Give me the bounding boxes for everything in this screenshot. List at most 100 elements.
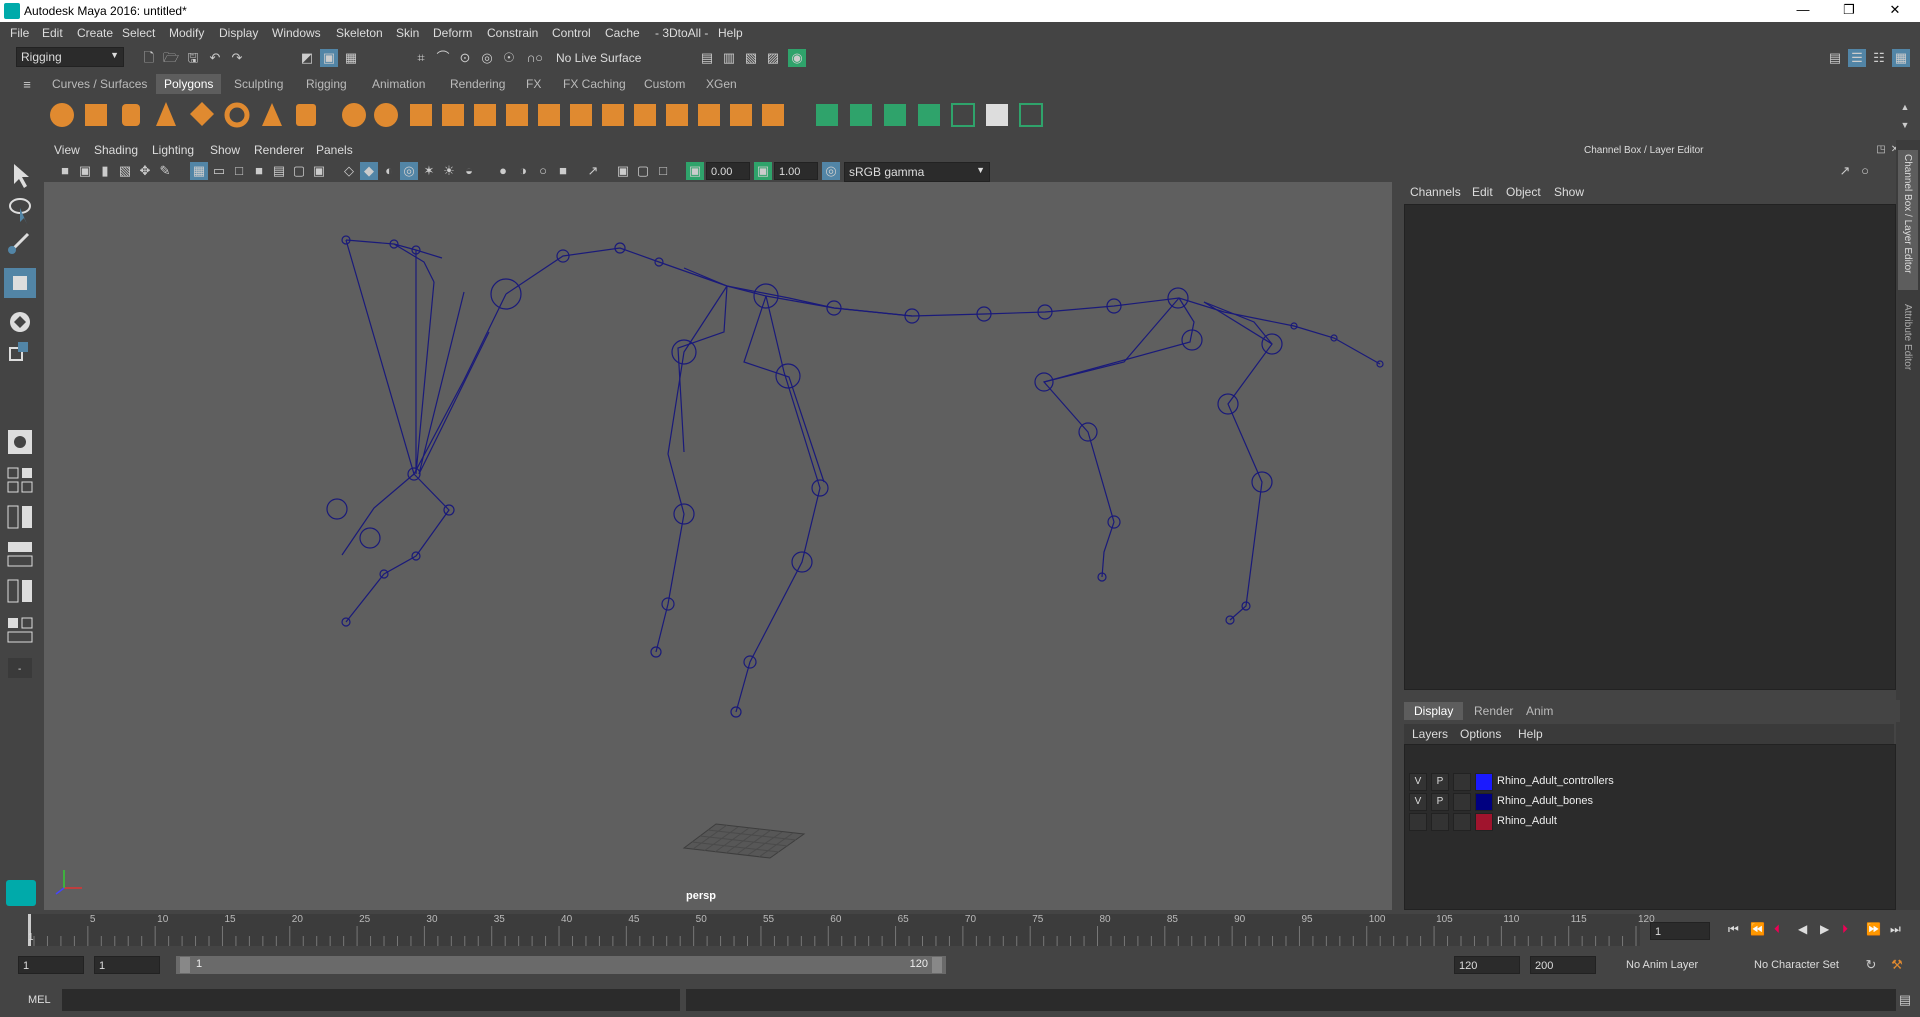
side-tab-channel-box[interactable]: Channel Box / Layer Editor xyxy=(1898,150,1918,290)
select-component-icon[interactable]: ▦ xyxy=(342,49,360,67)
layout-side-icon[interactable] xyxy=(7,505,32,529)
channel-box-toggle-icon[interactable]: ☰ xyxy=(1848,49,1866,67)
insert-loop-icon[interactable] xyxy=(698,104,720,126)
bridge-icon[interactable] xyxy=(474,104,496,126)
step-back-frame-icon[interactable]: ⏴ xyxy=(1774,922,1780,937)
layer-name[interactable]: Rhino_Adult_controllers xyxy=(1497,775,1614,787)
layer-color-swatch[interactable] xyxy=(1475,813,1493,831)
tab-fx[interactable]: FX xyxy=(518,74,549,94)
smooth-icon[interactable] xyxy=(442,104,464,126)
layer-visibility-toggle[interactable]: V xyxy=(1409,773,1427,791)
cb-menu-object[interactable]: Object xyxy=(1506,185,1541,199)
go-to-start-icon[interactable]: ⏮ xyxy=(1728,922,1739,937)
open-scene-icon[interactable]: 🗁 xyxy=(162,49,180,67)
fill-hole-icon[interactable] xyxy=(602,104,624,126)
layer-playback-toggle[interactable]: P xyxy=(1431,793,1449,811)
resolution-gate-icon[interactable]: □ xyxy=(230,162,248,180)
menu-skin[interactable]: Skin xyxy=(396,26,419,40)
step-forward-frame-icon[interactable]: ⏵ xyxy=(1842,922,1848,937)
snap-view-icon[interactable]: ◎ xyxy=(478,49,496,67)
exposure-icon[interactable]: ▣ xyxy=(686,162,704,180)
exposure-field[interactable]: 0.00 xyxy=(706,162,750,180)
film-gate-icon[interactable]: ▭ xyxy=(210,162,228,180)
character-set-dropdown[interactable]: No Character Set xyxy=(1750,956,1874,974)
xray-joints-icon[interactable]: ↗ xyxy=(584,162,602,180)
snap-point-icon[interactable]: ⊙ xyxy=(456,49,474,67)
shelf-scroll-down-icon[interactable]: ▼ xyxy=(1896,116,1914,134)
tab-rendering[interactable]: Rendering xyxy=(442,74,513,94)
playback-start-field[interactable]: 1 xyxy=(94,956,160,974)
playback-end-field[interactable]: 120 xyxy=(1454,956,1520,974)
snap-grid-icon[interactable]: ⌗ xyxy=(412,49,430,67)
menu-modify[interactable]: Modify xyxy=(169,26,204,40)
render-settings-icon[interactable]: ▤ xyxy=(698,49,716,67)
layer-row[interactable]: V P Rhino_Adult_bones xyxy=(1409,792,1889,811)
snap-live-icon[interactable]: ☉ xyxy=(500,49,518,67)
restore-icon[interactable]: ❐ xyxy=(1826,2,1872,20)
rotate-tool-icon[interactable] xyxy=(10,312,30,332)
poly-cylinder-icon[interactable] xyxy=(122,104,140,126)
camera-select-icon[interactable]: ■ xyxy=(56,162,74,180)
grid-toggle-icon[interactable]: ▦ xyxy=(190,162,208,180)
multi-cut-icon[interactable] xyxy=(634,104,656,126)
command-language-label[interactable]: MEL xyxy=(28,994,51,1006)
cylindrical-uv-icon[interactable] xyxy=(850,104,872,126)
tab-fx-caching[interactable]: FX Caching xyxy=(555,74,634,94)
safe-action-icon[interactable]: ▢ xyxy=(290,162,308,180)
menu-windows[interactable]: Windows xyxy=(272,26,321,40)
vp-menu-show[interactable]: Show xyxy=(210,143,240,157)
layer-name[interactable]: Rhino_Adult xyxy=(1497,815,1557,827)
vp-menu-view[interactable]: View xyxy=(54,143,80,157)
image-plane-icon[interactable]: ▧ xyxy=(116,162,134,180)
layer-type-toggle[interactable] xyxy=(1453,813,1471,831)
uv-editor-icon[interactable] xyxy=(951,103,975,127)
toolbox-more-icon[interactable]: - xyxy=(8,658,32,678)
gamma-field[interactable]: 1.00 xyxy=(774,162,818,180)
layout-graph-icon[interactable] xyxy=(7,579,32,603)
menu-3dtoall[interactable]: - 3DtoAll - xyxy=(655,26,708,40)
render-view-icon[interactable]: ▨ xyxy=(764,49,782,67)
vp-menu-panels[interactable]: Panels xyxy=(316,143,353,157)
command-input[interactable] xyxy=(62,989,680,1011)
target-weld-icon[interactable] xyxy=(666,104,688,126)
shadows-icon[interactable]: ◒ xyxy=(460,162,478,180)
combine-icon[interactable] xyxy=(342,103,366,127)
bevel-icon[interactable] xyxy=(538,104,560,126)
menu-constrain[interactable]: Constrain xyxy=(487,26,538,40)
modeling-toolkit-icon[interactable]: ▤ xyxy=(1826,49,1844,67)
tab-display-layers[interactable]: Display xyxy=(1404,702,1464,720)
screen-space-ao-icon[interactable]: ● xyxy=(494,162,512,180)
menu-deform[interactable]: Deform xyxy=(433,26,472,40)
step-back-key-icon[interactable]: ⏪ xyxy=(1750,922,1765,936)
channel-icon-1[interactable]: ↗ xyxy=(1836,162,1854,180)
color-space-dropdown[interactable]: sRGB gamma ▼ xyxy=(844,162,990,182)
animation-end-field[interactable]: 200 xyxy=(1530,956,1596,974)
tab-curves-surfaces[interactable]: Curves / Surfaces xyxy=(44,74,155,94)
attribute-editor-toggle-icon[interactable]: ☷ xyxy=(1870,49,1888,67)
poly-sphere-icon[interactable] xyxy=(50,103,74,127)
wire-on-shaded-icon[interactable]: ◐ xyxy=(380,162,398,180)
layer-row[interactable]: V P Rhino_Adult_controllers xyxy=(1409,772,1889,791)
render-frame-icon[interactable]: ▥ xyxy=(720,49,738,67)
layout-single-icon[interactable] xyxy=(8,430,32,454)
select-object-icon[interactable]: ▣ xyxy=(320,49,338,67)
layer-name[interactable]: Rhino_Adult_bones xyxy=(1497,795,1593,807)
bookmark-icon[interactable]: ▮ xyxy=(96,162,114,180)
menu-skeleton[interactable]: Skeleton xyxy=(336,26,383,40)
menu-create[interactable]: Create xyxy=(77,26,113,40)
rhino-skeleton[interactable] xyxy=(326,235,1384,718)
layer-type-toggle[interactable] xyxy=(1453,773,1471,791)
channel-box-content[interactable] xyxy=(1404,204,1896,690)
menuset-dropdown[interactable]: Rigging ▼ xyxy=(16,47,124,67)
tab-animation[interactable]: Animation xyxy=(364,74,433,94)
select-hierarchy-icon[interactable]: ◩ xyxy=(298,49,316,67)
anti-aliasing-icon[interactable]: ○ xyxy=(534,162,552,180)
frame-selected-icon[interactable]: ▢ xyxy=(634,162,652,180)
current-frame-field[interactable]: 1 xyxy=(1650,922,1710,940)
animation-prefs-icon[interactable]: ⚒ xyxy=(1888,956,1906,974)
minimize-icon[interactable]: — xyxy=(1780,2,1826,20)
frame-all-icon[interactable]: ▣ xyxy=(614,162,632,180)
layer-visibility-toggle[interactable]: V xyxy=(1409,793,1427,811)
close-icon[interactable]: ✕ xyxy=(1872,2,1918,20)
viewport-persp[interactable] xyxy=(44,182,1392,910)
